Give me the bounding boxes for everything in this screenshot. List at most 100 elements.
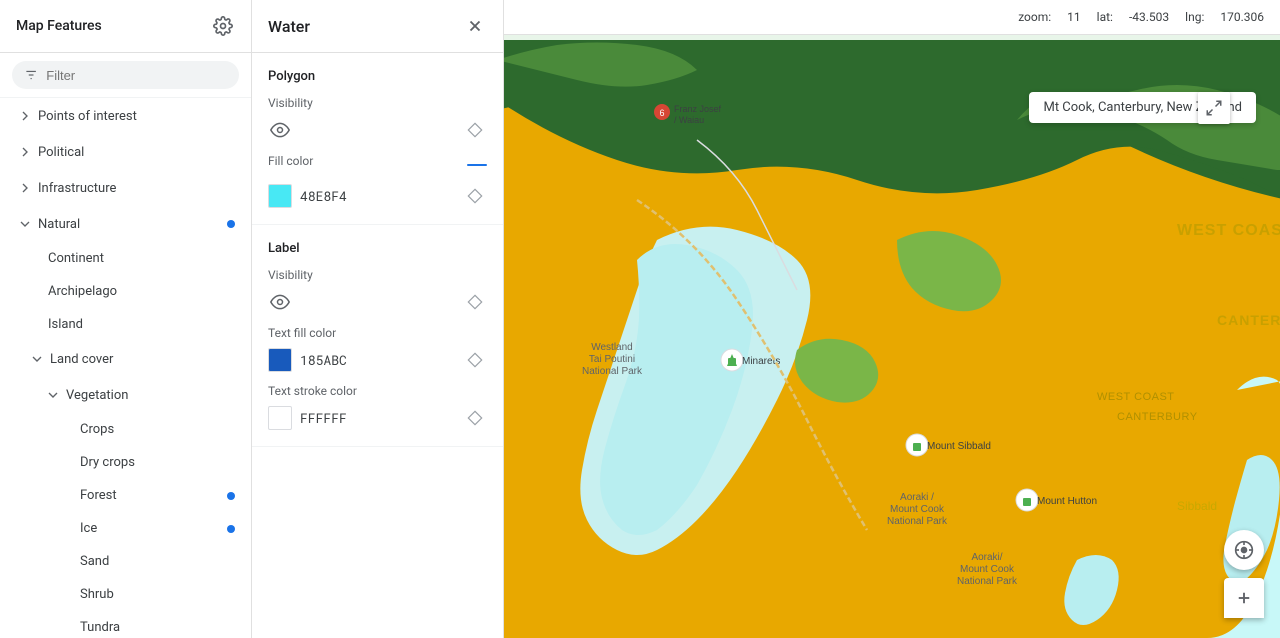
dot-indicator: [227, 525, 235, 533]
sidebar-item-label: Continent: [48, 251, 235, 266]
fill-color-diamond[interactable]: [463, 184, 487, 208]
svg-text:/ Waiau: / Waiau: [674, 115, 704, 125]
text-fill-value: 185ABC: [300, 351, 347, 369]
sidebar-header: Map Features: [0, 0, 251, 53]
filter-icon: [24, 67, 38, 83]
filter-input[interactable]: [46, 68, 227, 83]
sidebar-item-label: Political: [38, 145, 235, 160]
sidebar-item-ice[interactable]: Ice: [0, 512, 251, 545]
zoom-label: zoom:: [1018, 10, 1051, 24]
sidebar-item-label: Infrastructure: [38, 181, 235, 196]
map-area[interactable]: zoom: 11 lat: -43.503 lng: 170.306: [504, 0, 1280, 638]
sidebar-item-label: Ice: [80, 521, 227, 536]
svg-text:Aoraki /: Aoraki /: [900, 492, 934, 503]
fill-color-label: Fill color: [268, 154, 313, 168]
sidebar-item-crops[interactable]: Crops: [0, 413, 251, 446]
fill-color-swatch: [268, 184, 292, 208]
visibility-label-label: Visibility: [268, 268, 487, 282]
map-content[interactable]: WEST COAST CANTERBURY WEST COAST CANTERB…: [504, 40, 1280, 638]
visibility-label-polygon: Visibility: [268, 96, 487, 110]
text-stroke-label: Text stroke color: [268, 384, 487, 398]
sidebar-item-vegetation[interactable]: Vegetation: [0, 377, 251, 413]
label-title: Label: [268, 241, 487, 256]
chevron-icon: [44, 386, 62, 404]
visibility-row-label: [268, 290, 487, 314]
text-fill-diamond[interactable]: [463, 348, 487, 372]
svg-text:Mount Hutton: Mount Hutton: [1037, 496, 1097, 507]
feature-panel: Water Polygon Visibility: [252, 0, 504, 638]
lat-label: lat:: [1097, 10, 1113, 24]
sidebar-item-infrastructure[interactable]: Infrastructure: [0, 170, 251, 206]
visibility-eye-icon-label[interactable]: [268, 290, 292, 314]
sidebar-item-island[interactable]: Island: [0, 308, 251, 341]
svg-text:CANTERBURY: CANTERBURY: [1217, 312, 1280, 328]
chevron-icon: [28, 350, 46, 368]
text-fill-swatch-wrap[interactable]: 185ABC: [268, 348, 347, 372]
text-stroke-value: FFFFFF: [300, 409, 347, 427]
sidebar-item-label: Shrub: [80, 587, 235, 602]
feature-panel-header: Water: [252, 0, 503, 53]
sidebar-item-label: Dry crops: [80, 455, 235, 470]
fill-color-swatch-wrap[interactable]: 48E8F4: [268, 184, 347, 208]
chevron-icon: [16, 143, 34, 161]
sidebar-item-land-cover[interactable]: Land cover: [0, 341, 251, 377]
dot-indicator: [227, 220, 235, 228]
chevron-icon: [16, 215, 34, 233]
sidebar-item-sand[interactable]: Sand: [0, 545, 251, 578]
sidebar-list: Points of interest Political Infrastruct…: [0, 98, 251, 638]
sidebar-item-shrub[interactable]: Shrub: [0, 578, 251, 611]
text-fill-color-row: 185ABC: [268, 348, 487, 372]
sidebar-item-natural[interactable]: Natural: [0, 206, 251, 242]
svg-text:Sibbald: Sibbald: [1177, 499, 1217, 513]
svg-text:National Park: National Park: [887, 516, 948, 527]
text-stroke-color-row: FFFFFF: [268, 406, 487, 430]
svg-text:Franz Josef: Franz Josef: [674, 104, 722, 114]
visibility-diamond-label[interactable]: [463, 290, 487, 314]
svg-text:Westland: Westland: [591, 342, 633, 353]
sidebar-filter-area: [0, 53, 251, 98]
chevron-icon: [16, 179, 34, 197]
sidebar-item-label: Natural: [38, 217, 227, 232]
text-stroke-diamond[interactable]: [463, 406, 487, 430]
zoom-value: 11: [1067, 10, 1081, 24]
svg-text:National Park: National Park: [582, 366, 643, 377]
polygon-title: Polygon: [268, 69, 487, 84]
svg-text:6: 6: [659, 108, 664, 118]
svg-text:Mount Cook: Mount Cook: [960, 564, 1015, 575]
fill-color-minus[interactable]: [467, 164, 487, 166]
sidebar-item-label: Land cover: [50, 352, 235, 367]
map-topbar: zoom: 11 lat: -43.503 lng: 170.306: [504, 0, 1280, 35]
settings-icon[interactable]: [211, 14, 235, 38]
sidebar-item-forest[interactable]: Forest: [0, 479, 251, 512]
sidebar-item-archipelago[interactable]: Archipelago: [0, 275, 251, 308]
lat-value: -43.503: [1129, 10, 1169, 24]
feature-panel-title: Water: [268, 17, 310, 36]
svg-text:Minarets: Minarets: [742, 356, 780, 367]
svg-text:CANTERBURY: CANTERBURY: [1117, 411, 1198, 423]
visibility-eye-icon-polygon[interactable]: [268, 118, 292, 142]
visibility-diamond-polygon[interactable]: [463, 118, 487, 142]
sidebar: Map Features Points of interest: [0, 0, 252, 638]
sidebar-item-label: Crops: [80, 422, 235, 437]
sidebar-item-political[interactable]: Political: [0, 134, 251, 170]
text-fill-swatch: [268, 348, 292, 372]
fill-color-row: 48E8F4: [268, 184, 487, 208]
zoom-in-button[interactable]: [1224, 578, 1264, 618]
sidebar-item-label: Sand: [80, 554, 235, 569]
svg-text:National Park: National Park: [957, 576, 1018, 587]
sidebar-item-label: Island: [48, 317, 235, 332]
sidebar-item-dry-crops[interactable]: Dry crops: [0, 446, 251, 479]
location-button[interactable]: [1224, 530, 1264, 570]
sidebar-item-tundra[interactable]: Tundra: [0, 611, 251, 638]
close-button[interactable]: [463, 14, 487, 38]
filter-input-wrap[interactable]: [12, 61, 239, 89]
lng-label: lng:: [1185, 10, 1204, 24]
sidebar-item-label: Points of interest: [38, 109, 235, 124]
sidebar-item-continent[interactable]: Continent: [0, 242, 251, 275]
svg-text:Mount Cook: Mount Cook: [890, 504, 945, 515]
svg-text:Mount Sibbald: Mount Sibbald: [927, 441, 991, 452]
map-controls: [1224, 530, 1264, 618]
fullscreen-button[interactable]: [1198, 92, 1230, 124]
text-stroke-swatch-wrap[interactable]: FFFFFF: [268, 406, 347, 430]
sidebar-item-points-of-interest[interactable]: Points of interest: [0, 98, 251, 134]
